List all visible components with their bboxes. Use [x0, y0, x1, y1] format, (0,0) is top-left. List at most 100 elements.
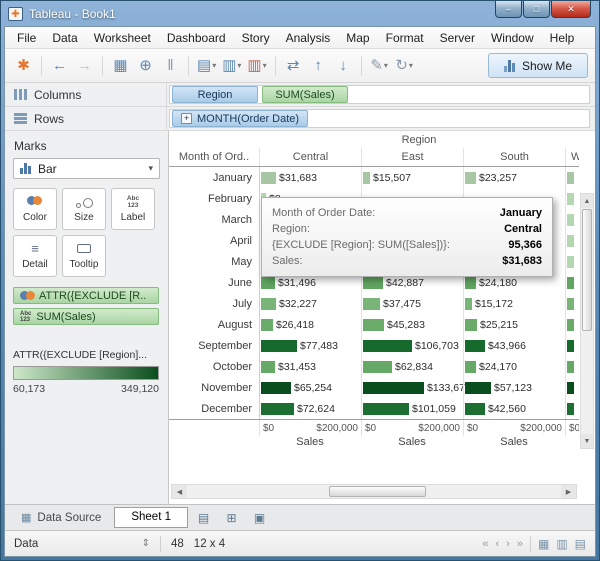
close-button[interactable]: ✕: [551, 1, 591, 18]
axis-central[interactable]: $0 $200,000: [259, 420, 361, 436]
bar-mark[interactable]: [261, 171, 276, 184]
menu-window[interactable]: Window: [483, 28, 542, 48]
row-header-june[interactable]: June: [169, 277, 259, 289]
bar-mark[interactable]: [465, 318, 477, 331]
bar-mark[interactable]: [261, 381, 291, 394]
duplicate-sheet-button[interactable]: ▥ ▾: [220, 54, 243, 78]
menu-analysis[interactable]: Analysis: [278, 28, 339, 48]
menu-data[interactable]: Data: [44, 28, 85, 48]
column-header-east[interactable]: East: [361, 148, 463, 166]
row-header-september[interactable]: September: [169, 340, 259, 352]
bar-mark[interactable]: [363, 381, 424, 394]
pill-attr-exclude-r[interactable]: ATTR({EXCLUDE [R..: [13, 287, 159, 304]
row-header-march[interactable]: March: [169, 214, 259, 226]
swap-rows-columns-button[interactable]: ⇄: [282, 54, 305, 78]
bar-mark[interactable]: [363, 171, 370, 184]
tooltip-button[interactable]: Tooltip: [62, 235, 106, 277]
bar-mark[interactable]: [363, 339, 412, 352]
detail-button[interactable]: ≡ Detail: [13, 235, 57, 277]
new-story-button[interactable]: ▣: [247, 508, 272, 528]
menu-help[interactable]: Help: [542, 28, 583, 48]
menu-worksheet[interactable]: Worksheet: [86, 28, 159, 48]
undo-button[interactable]: ←: [48, 54, 71, 78]
label-button[interactable]: Abc 123 Label: [111, 188, 155, 230]
bar-mark[interactable]: [465, 276, 476, 289]
expand-icon[interactable]: +: [181, 113, 192, 124]
row-header-january[interactable]: January: [169, 172, 259, 184]
last-page-icon[interactable]: »: [517, 538, 523, 550]
menu-map[interactable]: Map: [338, 28, 377, 48]
column-header-central[interactable]: Central: [259, 148, 361, 166]
bar-mark[interactable]: [261, 297, 276, 310]
bar-mark[interactable]: [465, 381, 491, 394]
scroll-left-icon[interactable]: ◀: [172, 485, 187, 498]
pill-region[interactable]: Region: [172, 86, 258, 103]
columns-shelf[interactable]: Region SUM(Sales): [169, 85, 590, 104]
pause-auto-updates-button[interactable]: ‖: [159, 54, 182, 78]
status-source-selector[interactable]: Data ⇕: [14, 538, 150, 550]
maximize-button[interactable]: □: [523, 1, 550, 18]
row-header-february[interactable]: February: [169, 193, 259, 205]
row-header-december[interactable]: December: [169, 403, 259, 415]
bar-mark[interactable]: [567, 171, 574, 184]
bar-mark[interactable]: [567, 276, 574, 289]
bar-mark[interactable]: [261, 339, 297, 352]
show-me-button[interactable]: Show Me: [487, 53, 588, 78]
first-page-icon[interactable]: «: [482, 538, 488, 550]
tableau-logo-button[interactable]: ✱: [12, 54, 35, 78]
pill-month-order-date[interactable]: + MONTH(Order Date): [172, 110, 309, 127]
vertical-scroll-track[interactable]: ▲ ▼: [580, 193, 594, 449]
size-button[interactable]: Size: [62, 188, 106, 230]
slideshow-view-icon[interactable]: ▤: [575, 537, 586, 551]
new-dashboard-button[interactable]: ⊞: [219, 508, 244, 528]
bar-mark[interactable]: [363, 360, 392, 373]
menu-server[interactable]: Server: [432, 28, 483, 48]
bar-mark[interactable]: [567, 318, 574, 331]
clear-sheet-button[interactable]: ▥ ▾: [245, 54, 268, 78]
row-header-july[interactable]: July: [169, 298, 259, 310]
redo-button[interactable]: →: [73, 54, 96, 78]
scroll-down-icon[interactable]: ▼: [581, 434, 593, 448]
pill-sum-sales[interactable]: Abc 123 SUM(Sales): [13, 308, 159, 325]
bar-mark[interactable]: [567, 360, 574, 373]
color-legend[interactable]: ATTR({EXCLUDE [Region]... 60,173 349,120: [13, 349, 159, 395]
bar-mark[interactable]: [465, 171, 476, 184]
bar-mark[interactable]: [261, 276, 275, 289]
column-header-west[interactable]: West: [565, 148, 579, 166]
bar-mark[interactable]: [363, 318, 384, 331]
minimize-button[interactable]: –: [495, 1, 522, 18]
column-header-south[interactable]: South: [463, 148, 565, 166]
axis-west[interactable]: $0: [565, 420, 579, 436]
data-source-tab[interactable]: ▦ Data Source: [11, 507, 111, 528]
bar-mark[interactable]: [567, 339, 574, 352]
save-button[interactable]: ▦: [109, 54, 132, 78]
filmstrip-view-icon[interactable]: ▥: [556, 537, 567, 551]
horizontal-scrollbar[interactable]: ◀ ▶: [171, 484, 577, 499]
bar-mark[interactable]: [567, 402, 574, 415]
bar-mark[interactable]: [465, 339, 485, 352]
axis-east[interactable]: $0 $200,000: [361, 420, 463, 436]
bar-mark[interactable]: [465, 297, 472, 310]
row-header-october[interactable]: October: [169, 361, 259, 373]
vertical-scrollbar[interactable]: ▲ ▼: [579, 131, 595, 504]
bar-mark[interactable]: [465, 360, 476, 373]
mark-type-dropdown[interactable]: Bar ▾: [13, 158, 160, 179]
new-data-source-button[interactable]: ⊕: [134, 54, 157, 78]
title-bar[interactable]: ✚ Tableau - Book1 – □ ✕: [1, 1, 599, 26]
horizontal-scroll-thumb[interactable]: [329, 486, 427, 497]
new-worksheet-button[interactable]: ▤: [191, 508, 216, 528]
sort-ascending-button[interactable]: ↑: [307, 54, 330, 78]
bar-mark[interactable]: [261, 360, 275, 373]
row-header-april[interactable]: April: [169, 235, 259, 247]
grid-view-icon[interactable]: ▦: [538, 537, 549, 551]
bar-mark[interactable]: [261, 402, 294, 415]
bar-mark[interactable]: [363, 297, 380, 310]
scroll-up-icon[interactable]: ▲: [581, 194, 593, 208]
region-dimension-header[interactable]: Region: [259, 134, 579, 146]
pill-sum-sales[interactable]: SUM(Sales): [262, 86, 348, 103]
bar-mark[interactable]: [567, 213, 574, 226]
menu-story[interactable]: Story: [234, 28, 278, 48]
next-page-icon[interactable]: ›: [506, 538, 510, 550]
bar-mark[interactable]: [567, 297, 574, 310]
menu-dashboard[interactable]: Dashboard: [159, 28, 234, 48]
